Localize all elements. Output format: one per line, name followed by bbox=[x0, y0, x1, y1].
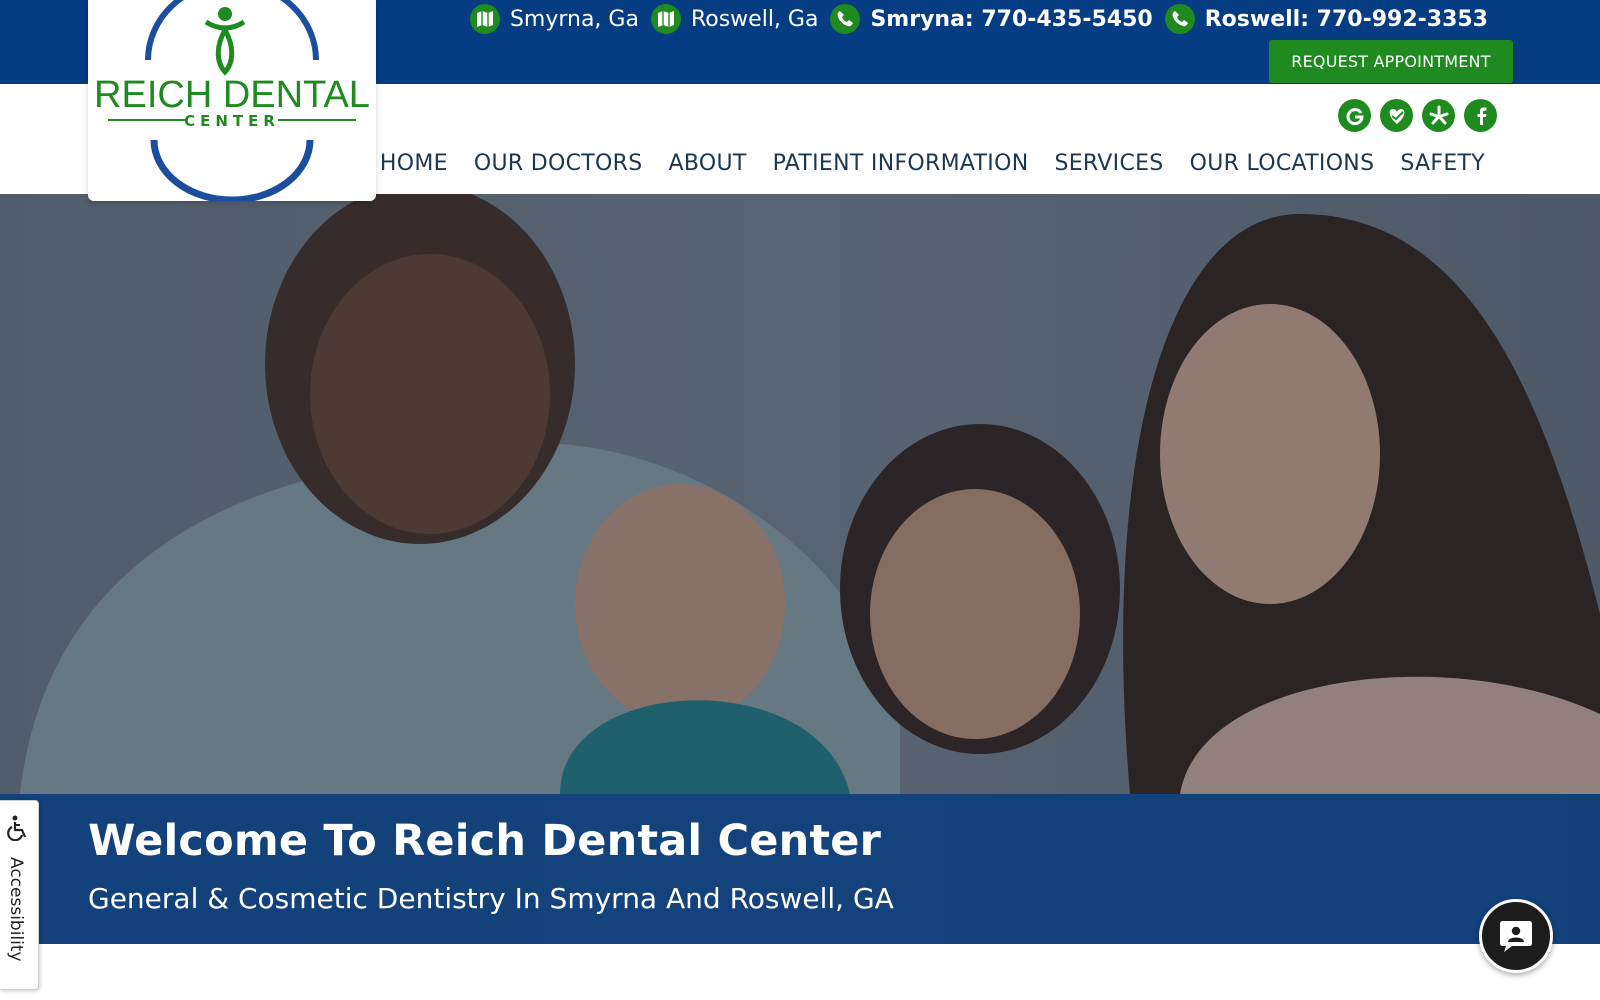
logo-mark: REICH DENTAL CENTER bbox=[94, 0, 370, 204]
accessibility-button[interactable]: Accessibility bbox=[0, 800, 39, 990]
healthgrades-icon[interactable] bbox=[1380, 99, 1413, 132]
map-icon bbox=[469, 4, 500, 34]
smyrna-phone-link[interactable]: Smryna: 770-435-5450 bbox=[830, 4, 1153, 34]
logo[interactable]: REICH DENTAL CENTER bbox=[88, 0, 376, 204]
hero-banner: Welcome To Reich Dental Center General &… bbox=[0, 194, 1600, 944]
nav-item-home[interactable]: HOME bbox=[380, 151, 448, 176]
roswell-map-label: Roswell, Ga bbox=[690, 6, 819, 32]
hero-title: Welcome To Reich Dental Center bbox=[88, 816, 881, 866]
yelp-icon[interactable] bbox=[1422, 99, 1455, 132]
google-icon[interactable] bbox=[1338, 99, 1371, 132]
hero-subtitle: General & Cosmetic Dentistry In Smyrna A… bbox=[88, 882, 894, 915]
phone-icon bbox=[1164, 4, 1195, 34]
nav-item-patient-information[interactable]: PATIENT INFORMATION bbox=[773, 151, 1029, 176]
logo-text-sub: CENTER bbox=[184, 112, 280, 130]
accessibility-label: Accessibility bbox=[6, 857, 26, 962]
request-appointment-button[interactable]: REQUEST APPOINTMENT bbox=[1269, 40, 1513, 83]
roswell-map-link[interactable]: Roswell, Ga bbox=[650, 4, 819, 34]
phone-icon bbox=[830, 4, 861, 34]
main-nav: HOME OUR DOCTORS ABOUT PATIENT INFORMATI… bbox=[354, 151, 1485, 176]
chat-button[interactable] bbox=[1479, 899, 1553, 973]
social-links bbox=[1329, 99, 1497, 132]
chat-icon bbox=[1500, 921, 1532, 952]
nav-item-safety[interactable]: SAFETY bbox=[1400, 151, 1485, 176]
nav-item-services[interactable]: SERVICES bbox=[1054, 151, 1163, 176]
roswell-phone-link[interactable]: Roswell: 770-992-3353 bbox=[1164, 4, 1488, 34]
nav-item-our-locations[interactable]: OUR LOCATIONS bbox=[1190, 151, 1375, 176]
smyrna-map-link[interactable]: Smyrna, Ga bbox=[469, 4, 639, 34]
smyrna-phone-label: Smryna: 770-435-5450 bbox=[870, 6, 1153, 32]
map-icon bbox=[650, 4, 681, 34]
wheelchair-icon bbox=[7, 815, 27, 841]
nav-item-our-doctors[interactable]: OUR DOCTORS bbox=[474, 151, 643, 176]
contact-row: Smyrna, Ga Roswell, Ga Smryna: 770-435-5… bbox=[458, 4, 1488, 34]
logo-text-main: REICH DENTAL bbox=[94, 74, 370, 116]
roswell-phone-label: Roswell: 770-992-3353 bbox=[1204, 6, 1488, 32]
smyrna-map-label: Smyrna, Ga bbox=[509, 6, 639, 32]
facebook-icon[interactable] bbox=[1464, 99, 1497, 132]
nav-item-about[interactable]: ABOUT bbox=[668, 151, 746, 176]
